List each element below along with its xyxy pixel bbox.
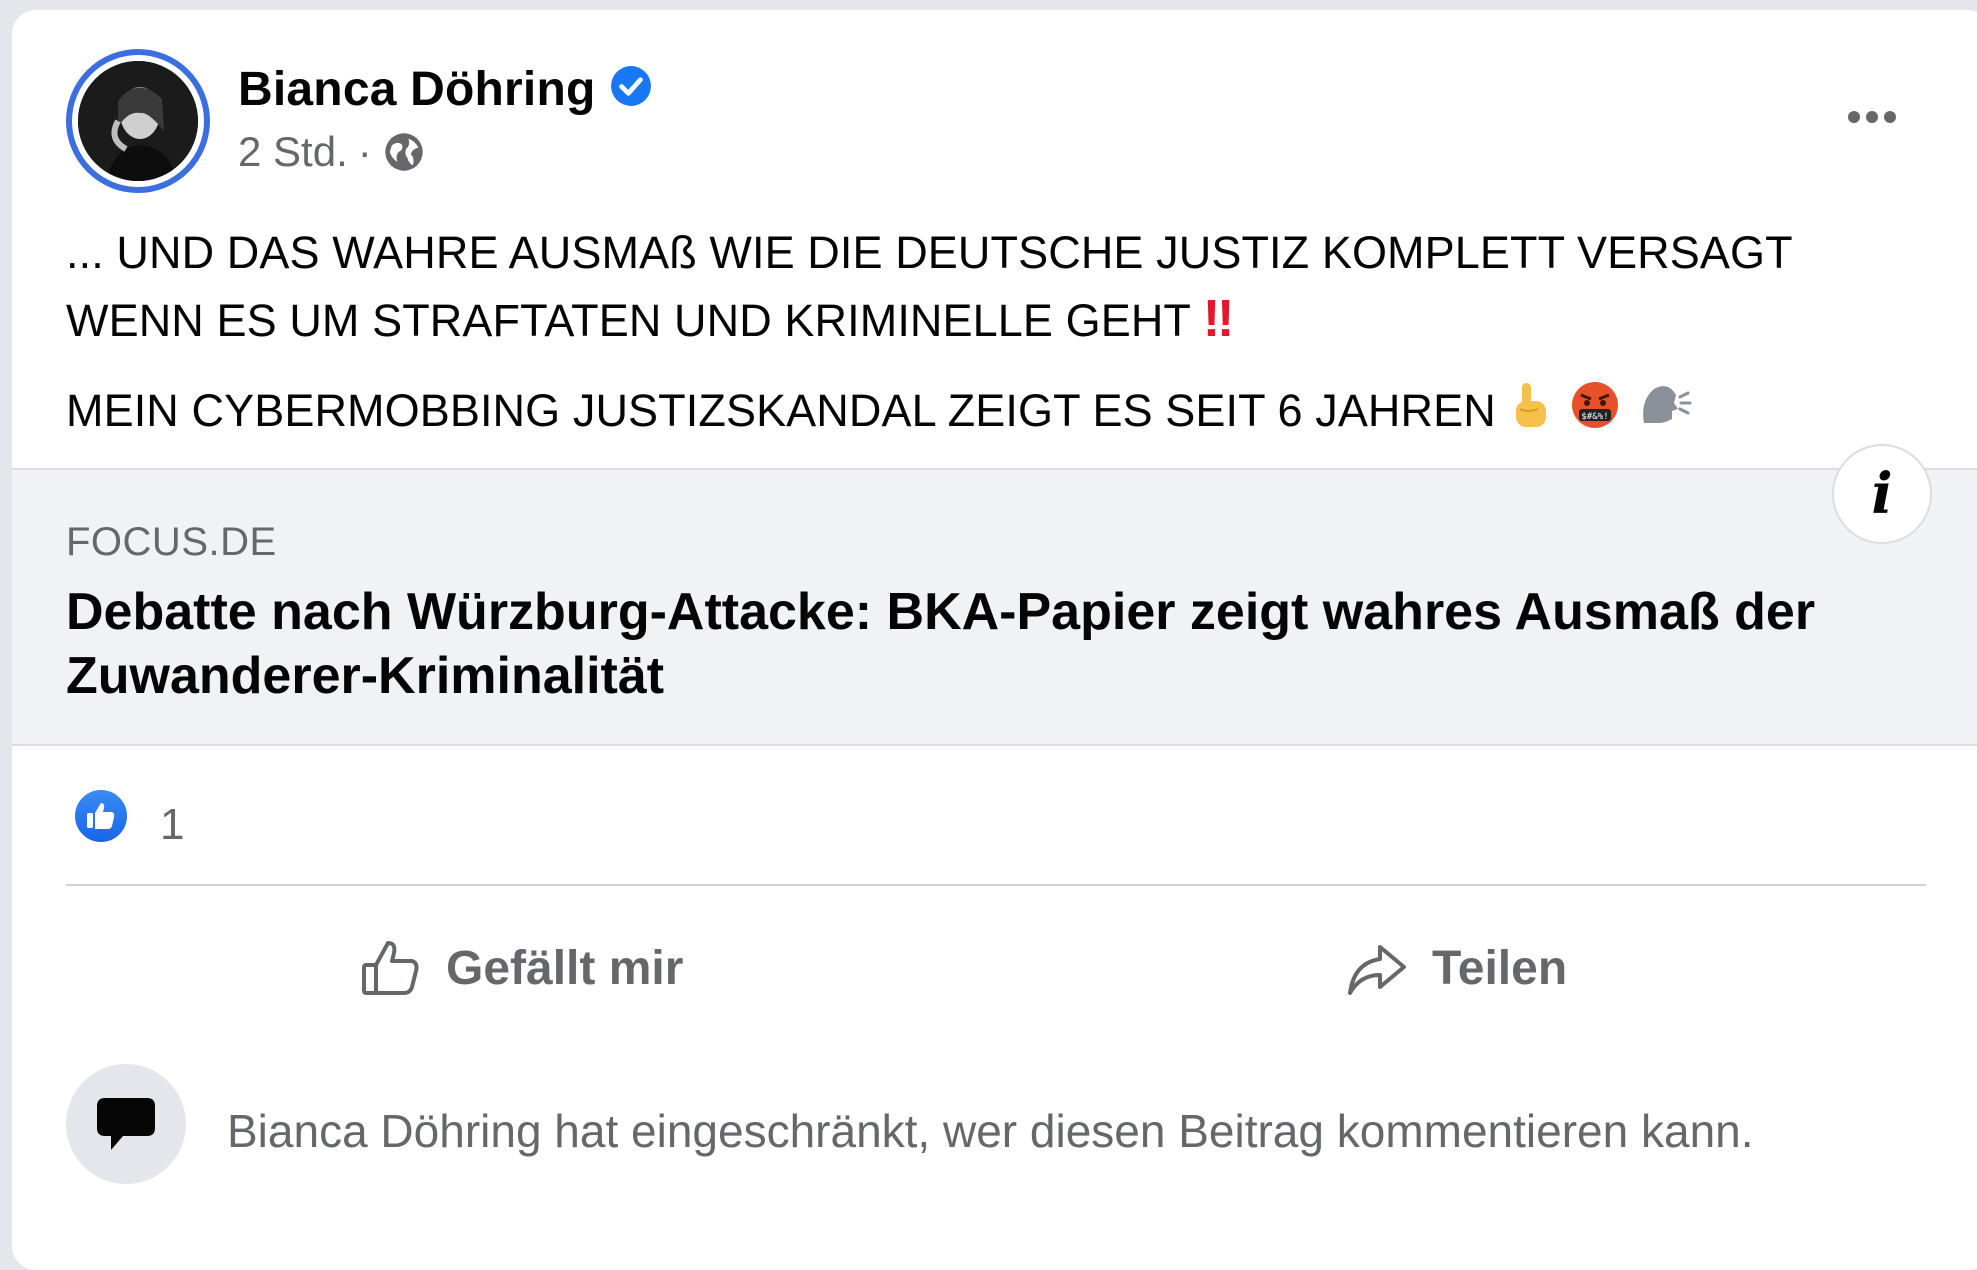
cursing-face-emoji: $#&%!: [1567, 379, 1623, 449]
like-reaction-icon[interactable]: [72, 787, 130, 845]
share-arrow-icon: [1348, 945, 1406, 995]
info-icon[interactable]: i: [1832, 444, 1932, 544]
post-text: ... UND DAS WAHRE AUSMAß WIE DIE DEUTSCH…: [66, 220, 1896, 449]
share-button-label: Teilen: [1432, 941, 1568, 995]
post-text-line-2: MEIN CYBERMOBBING JUSTIZSKANDAL ZEIGT ES…: [66, 385, 1496, 436]
comment-restriction-note: Bianca Döhring hat eingeschränkt, wer di…: [227, 1105, 1754, 1157]
like-button-label: Gefällt mir: [446, 941, 684, 995]
double-exclamation-emoji: ‼: [1202, 290, 1235, 348]
post-card: Bianca Döhring 2 Std. · ... UND DAS WAHR…: [12, 10, 1977, 1270]
post-paragraph-1: ... UND DAS WAHRE AUSMAß WIE DIE DEUTSCH…: [66, 220, 1896, 354]
like-button[interactable]: Gefällt mir: [360, 930, 683, 1006]
more-dot: [1866, 111, 1878, 123]
more-dot: [1848, 111, 1860, 123]
more-options-icon[interactable]: [1842, 102, 1902, 132]
author-name[interactable]: Bianca Döhring: [238, 62, 596, 117]
post-meta: 2 Std. ·: [238, 128, 426, 176]
avatar-image: [78, 61, 198, 181]
post-time[interactable]: 2 Std.: [238, 128, 348, 176]
comment-bubble-icon: [66, 1064, 186, 1184]
author-name-row: Bianca Döhring: [238, 62, 652, 117]
share-button[interactable]: Teilen: [1346, 930, 1567, 1006]
thumbs-up-icon: [362, 941, 419, 995]
link-domain[interactable]: FOCUS.DE: [66, 520, 277, 565]
meta-separator: ·: [357, 128, 372, 175]
post-paragraph-2: MEIN CYBERMOBBING JUSTIZSKANDAL ZEIGT ES…: [66, 378, 1896, 449]
svg-text:$#&%!: $#&%!: [1581, 412, 1609, 422]
post-text-line-1: ... UND DAS WAHRE AUSMAß WIE DIE DEUTSCH…: [66, 227, 1792, 346]
globe-icon[interactable]: [382, 130, 426, 174]
more-dot: [1884, 111, 1896, 123]
pointing-up-emoji: [1508, 379, 1554, 449]
actions-divider: [66, 884, 1926, 886]
speaking-head-emoji: [1636, 379, 1692, 449]
author-avatar[interactable]: [66, 49, 210, 193]
link-headline[interactable]: Debatte nach Würzburg-Attacke: BKA-Papie…: [66, 580, 1926, 708]
verified-badge-icon: [610, 65, 651, 106]
like-count[interactable]: 1: [160, 800, 184, 850]
